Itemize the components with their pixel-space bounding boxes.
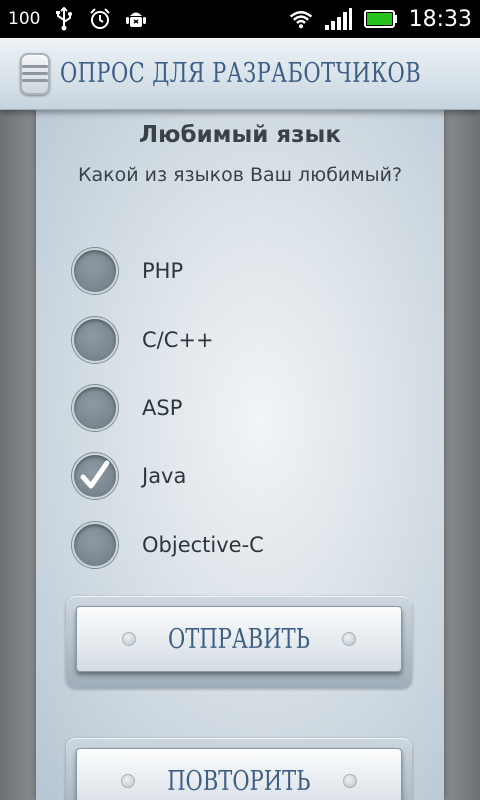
option-label: Java [142,464,187,488]
checkmark-icon [80,460,110,489]
android-debug-icon [124,7,148,31]
option-label: C/C++ [142,328,214,352]
option-label: PHP [142,259,184,283]
submit-button-frame: ОТПРАВИТЬ [66,596,412,688]
alarm-clock-icon [88,7,112,31]
signal-strength-icon [323,7,353,31]
battery-percent: 100 [8,9,41,29]
radio-button[interactable] [72,522,118,568]
menu-icon [22,65,48,68]
clock: 18:33 [408,6,472,32]
question-text: Какой из языков Ваш любимый? [77,164,403,186]
radio-button[interactable] [72,385,118,431]
app-title: ОПРОС ДЛЯ РАЗРАБОТЧИКОВ [60,58,422,89]
submit-button-label: ОТПРАВИТЬ [168,623,310,655]
repeat-button[interactable]: ПОВТОРИТЬ [76,748,402,800]
decorative-dot [122,632,137,646]
repeat-button-label: ПОВТОРИТЬ [167,765,311,797]
decorative-dot [342,774,357,788]
usb-icon [52,7,76,31]
radio-button-checked[interactable] [72,453,118,499]
question-title: Любимый язык [139,122,341,148]
option-objective-c[interactable]: Objective-C [72,518,402,572]
decorative-dot [121,774,136,788]
option-php[interactable]: PHP [72,244,402,298]
radio-button[interactable] [72,248,118,294]
background-texture-right [444,38,480,800]
background-texture-left [0,38,36,800]
option-asp[interactable]: ASP [72,381,402,435]
battery-icon [363,7,399,31]
survey-panel: Любимый язык Какой из языков Ваш любимый… [36,110,444,800]
option-label: Objective-C [142,533,264,557]
menu-button[interactable] [20,52,50,95]
repeat-button-frame: ПОВТОРИТЬ [66,738,412,800]
decorative-dot [341,632,356,646]
submit-button[interactable]: ОТПРАВИТЬ [76,606,402,672]
wifi-icon [289,7,313,31]
option-label: ASP [142,396,183,420]
option-java[interactable]: Java [72,449,402,503]
status-bar: 100 18:33 [0,0,480,38]
option-c-cpp[interactable]: C/C++ [72,313,402,367]
app-header: ОПРОС ДЛЯ РАЗРАБОТЧИКОВ [0,38,480,110]
radio-button[interactable] [72,317,118,363]
